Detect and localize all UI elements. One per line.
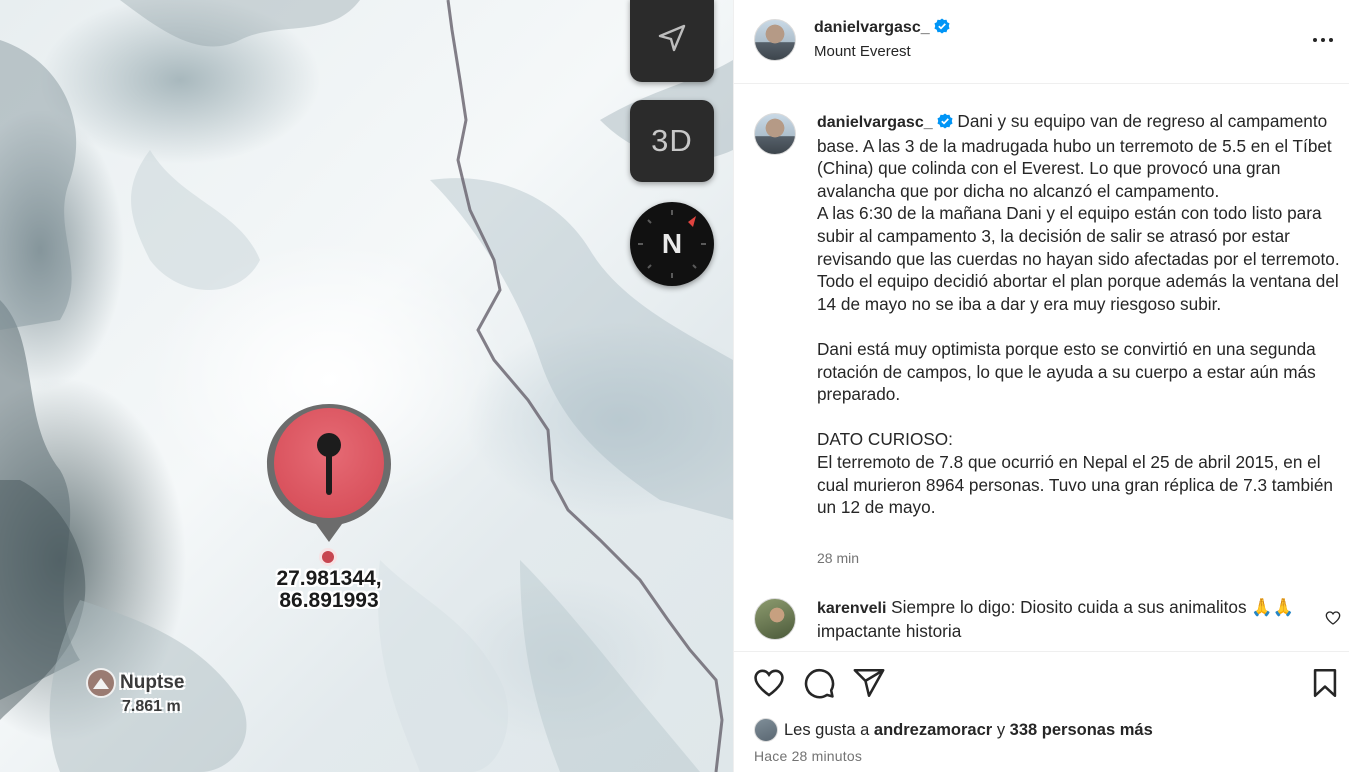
likes-prefix: Les gusta a [784,720,870,739]
locate-button[interactable] [630,0,714,82]
peak-name: Nuptse [120,672,185,693]
author-username-row[interactable]: danielvargasc_ [814,18,950,39]
verified-badge-icon [934,18,950,39]
save-bookmark-icon[interactable] [1308,666,1342,700]
pin-coordinates: 27.981344, 86.891993 [254,568,404,612]
comment-body: karenveli Siempre lo digo: Diosito cuida… [817,596,1317,643]
caption-author-avatar[interactable] [754,113,796,155]
post-location[interactable]: Mount Everest [814,43,911,60]
comment-text: Siempre lo digo: Diosito cuida a sus ani… [817,597,1295,641]
share-paper-plane-icon[interactable] [852,666,886,700]
liker-username[interactable]: andrezamoracr [874,721,992,740]
map-view[interactable]: 3D N 27.981344, 86.891993 Nuptse 7.861 m [0,0,733,772]
caption-author-username[interactable]: danielvargasc_ [817,114,933,131]
post-header: danielvargasc_ Mount Everest [734,0,1349,84]
3d-label: 3D [651,123,693,158]
post-actions: Les gusta a andrezamoracr y 338 personas… [734,651,1349,772]
author-username[interactable]: danielvargasc_ [814,19,930,36]
commenter-avatar[interactable] [754,598,796,640]
peak-elevation: 7.861 m [122,698,181,715]
likes-others[interactable]: 338 personas más [1010,721,1153,740]
3d-toggle-button[interactable]: 3D [630,100,714,182]
verified-badge-icon [937,112,953,135]
post-timestamp[interactable]: Hace 28 minutos [754,748,862,764]
caption-text: Dani y su equipo van de regreso al campa… [817,111,1340,518]
compass-north-label: N [661,228,683,259]
terrain-shading [0,0,733,772]
navigation-arrow-icon [655,21,689,60]
liker-avatar [754,718,778,742]
author-avatar[interactable] [754,19,796,61]
longitude-label: 86.891993 [279,589,379,612]
caption-timestamp[interactable]: 28 min [817,550,859,566]
like-heart-icon[interactable] [752,666,786,700]
caption-body: danielvargasc_ Dani y su equipo van de r… [817,110,1345,519]
comment-like-heart-icon[interactable] [1325,610,1341,631]
pin-location-dot [319,548,337,566]
likes-summary[interactable]: Les gusta a andrezamoracr y 338 personas… [754,718,1153,742]
map-pin-icon[interactable] [264,400,394,550]
more-options-icon[interactable] [1312,30,1334,55]
comment-bubble-icon[interactable] [802,666,836,700]
commenter-username[interactable]: karenveli [817,600,886,617]
peak-marker[interactable]: Nuptse [86,668,184,698]
post-panel: danielvargasc_ Mount Everest danielvarga… [733,0,1349,772]
likes-joiner: y [996,720,1006,739]
mountain-peak-icon [86,668,116,698]
compass-button[interactable]: N [630,202,714,286]
latitude-label: 27.981344, [276,567,382,590]
